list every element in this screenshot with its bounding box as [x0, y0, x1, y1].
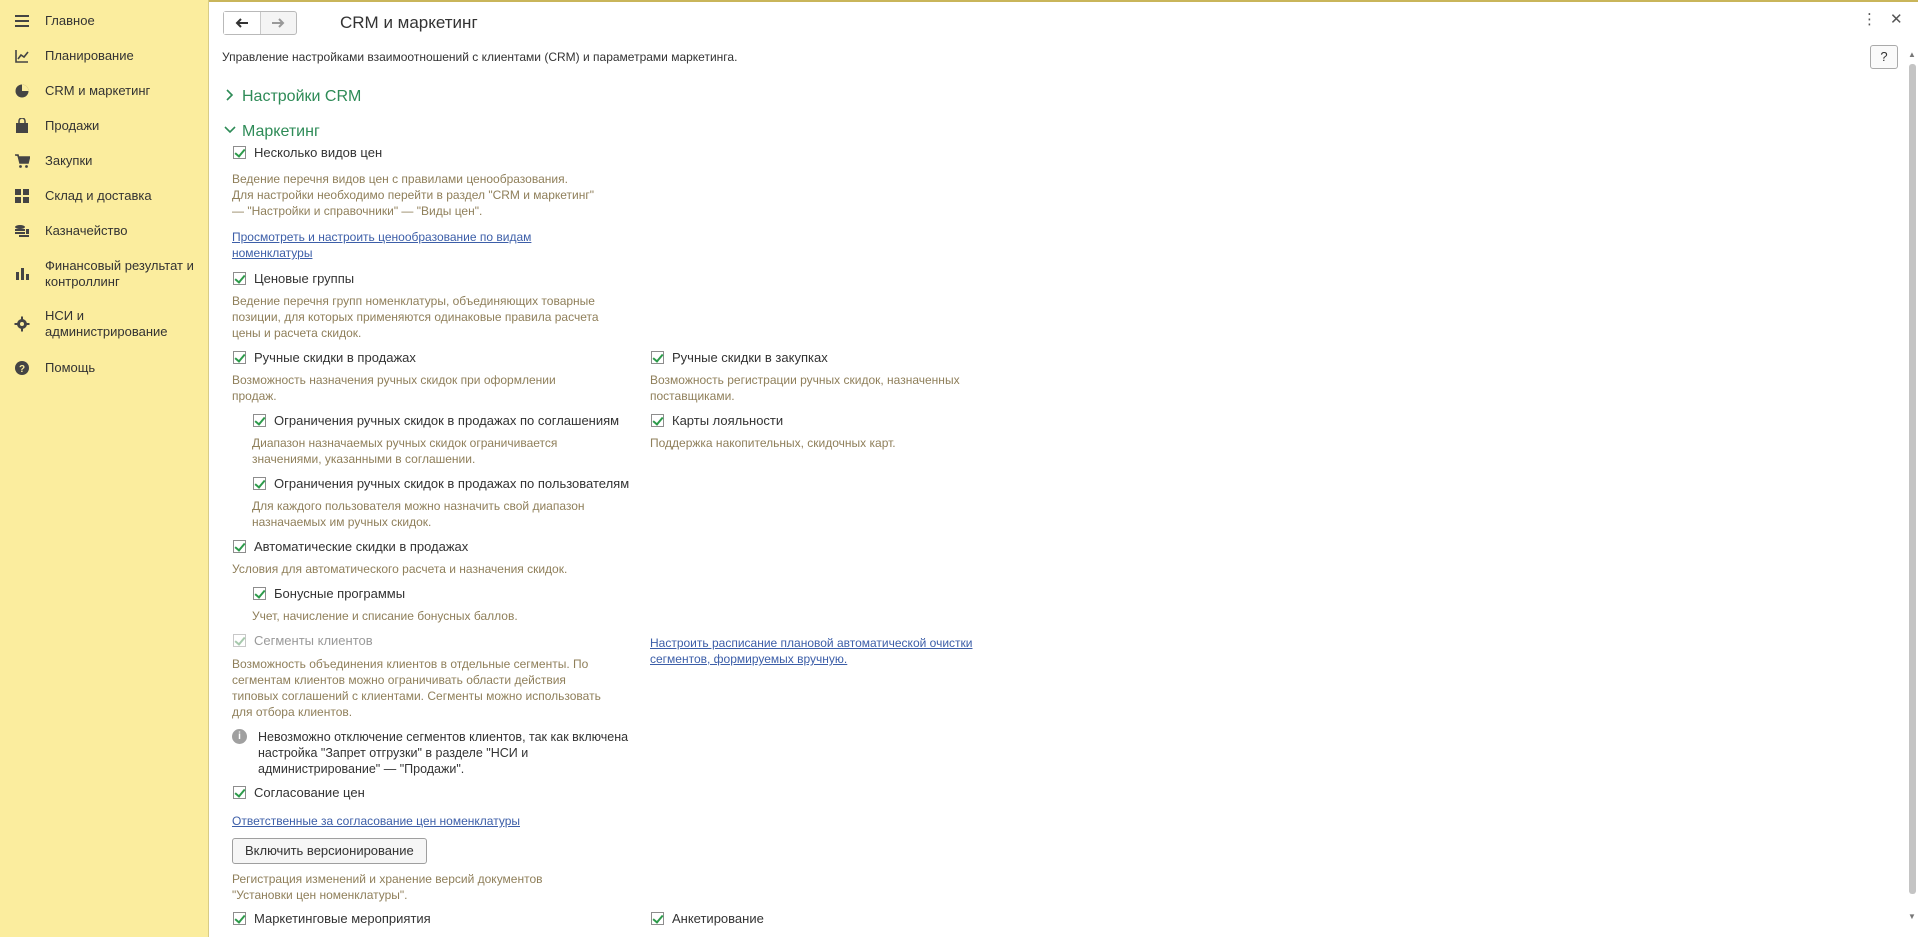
svg-text:?: ?: [19, 364, 25, 375]
section-title: Настройки CRM: [242, 88, 362, 105]
arrow-right-icon: [272, 18, 285, 28]
manual-discounts-purchases-note: Возможность регистрации ручных скидок, н…: [650, 373, 960, 403]
price-types-note: Ведение перечня видов цен с правилами це…: [232, 172, 594, 218]
marketing-events-checkbox[interactable]: [233, 912, 246, 925]
manual-discounts-purchases-checkbox[interactable]: [651, 351, 664, 364]
bonus-programs-note: Учет, начисление и списание бонусных бал…: [252, 609, 518, 623]
marketing-events-label: Маркетинговые мероприятия: [254, 911, 431, 926]
page-description: Управление настройками взаимоотношений с…: [222, 50, 738, 64]
limit-by-agreements-checkbox[interactable]: [253, 414, 266, 427]
price-types-link[interactable]: Просмотреть и настроить ценообразование …: [232, 229, 531, 261]
manual-discounts-purchases-label: Ручные скидки в закупках: [672, 350, 828, 365]
shopping-bag-icon: [16, 118, 28, 133]
limit-by-agreements-label: Ограничения ручных скидок в продажах по …: [274, 413, 620, 428]
info-icon: i: [232, 729, 247, 744]
manual-discounts-sales-note: Возможность назначения ручных скидок при…: [232, 373, 556, 403]
page-title: CRM и маркетинг: [340, 13, 478, 32]
scroll-down-icon[interactable]: ▼: [1908, 912, 1916, 921]
price-types-checkbox[interactable]: [233, 146, 246, 159]
client-segments-info: Невозможно отключение сегментов клиентов…: [258, 730, 629, 776]
gear-icon: [14, 316, 30, 332]
versioning-note: Регистрация изменений и хранение версий …: [232, 872, 543, 902]
limit-by-users-label: Ограничения ручных скидок в продажах по …: [274, 476, 630, 491]
sidebar-item-label: НСИ и администрирование: [45, 308, 168, 339]
coins-icon: [15, 225, 29, 237]
limit-by-users-checkbox[interactable]: [253, 477, 266, 490]
sidebar: Главное Планирование CRM и маркетинг Про…: [0, 0, 209, 937]
price-approval-label: Согласование цен: [254, 785, 365, 800]
sidebar-item-label: Казначейство: [45, 223, 128, 238]
price-groups-note: Ведение перечня групп номенклатуры, объе…: [232, 294, 599, 340]
bar-chart-icon: [16, 268, 29, 280]
manual-discounts-sales-label: Ручные скидки в продажах: [254, 350, 416, 365]
forward-button[interactable]: [261, 12, 297, 34]
surveys-label: Анкетирование: [672, 911, 764, 926]
bonus-programs-label: Бонусные программы: [274, 586, 406, 601]
history-nav: [223, 11, 297, 35]
main-panel: CRM и маркетинг ⋮ ✕ Управление настройка…: [210, 0, 1918, 937]
surveys-checkbox[interactable]: [651, 912, 664, 925]
enable-versioning-button[interactable]: Включить версионирование: [232, 838, 427, 864]
sidebar-item-label: CRM и маркетинг: [45, 83, 151, 98]
sidebar-item-label: Закупки: [45, 153, 93, 168]
sidebar-item-label: Главное: [45, 13, 95, 28]
chevron-right-icon: [226, 89, 234, 101]
sidebar-item-label: Склад и доставка: [45, 188, 152, 203]
help-icon: ?: [15, 361, 29, 375]
auto-discounts-note: Условия для автоматического расчета и на…: [232, 562, 568, 576]
sidebar-item-label: Финансовый результат и контроллинг: [45, 258, 194, 289]
auto-discounts-checkbox[interactable]: [233, 540, 246, 553]
planning-icon: [15, 50, 29, 63]
help-button[interactable]: ?: [1870, 45, 1898, 69]
manual-discounts-sales-checkbox[interactable]: [233, 351, 246, 364]
menu-icon: [15, 15, 29, 27]
sidebar-item-label: Продажи: [45, 118, 100, 133]
vertical-scrollbar[interactable]: ▲ ▼: [1908, 50, 1917, 921]
section-crm-settings[interactable]: Настройки CRM: [224, 88, 361, 106]
limit-by-agreements-note: Диапазон назначаемых ручных скидок огран…: [252, 436, 558, 466]
back-button[interactable]: [224, 12, 261, 34]
bonus-programs-checkbox[interactable]: [253, 587, 266, 600]
client-segments-checkbox[interactable]: [233, 634, 246, 647]
loyalty-cards-checkbox[interactable]: [651, 414, 664, 427]
loyalty-cards-label: Карты лояльности: [672, 413, 784, 428]
segments-schedule-link[interactable]: Настроить расписание плановой автоматиче…: [650, 635, 972, 667]
section-marketing[interactable]: Маркетинг: [224, 123, 320, 141]
price-groups-checkbox[interactable]: [233, 272, 246, 285]
pie-chart-icon: [15, 84, 29, 98]
scroll-up-icon[interactable]: ▲: [1908, 50, 1916, 59]
price-groups-label: Ценовые группы: [254, 271, 355, 286]
close-icon[interactable]: ✕: [1890, 10, 1903, 28]
limit-by-users-note: Для каждого пользователя можно назначить…: [252, 499, 585, 529]
scrollbar-thumb[interactable]: [1909, 64, 1916, 894]
loyalty-cards-note: Поддержка накопительных, скидочных карт.: [650, 436, 896, 450]
client-segments-label: Сегменты клиентов: [254, 633, 373, 648]
section-title: Маркетинг: [242, 123, 320, 140]
auto-discounts-label: Автоматические скидки в продажах: [254, 539, 469, 554]
price-types-label: Несколько видов цен: [254, 145, 383, 160]
grid-icon: [15, 189, 29, 203]
arrow-left-icon: [235, 18, 248, 28]
price-approval-checkbox[interactable]: [233, 786, 246, 799]
price-approval-link[interactable]: Ответственные за согласование цен номенк…: [232, 813, 520, 829]
chevron-down-icon: [224, 126, 236, 134]
shopping-cart-icon: [15, 154, 30, 168]
sidebar-item-label: Помощь: [45, 360, 96, 375]
client-segments-note: Возможность объединения клиентов в отдел…: [232, 657, 601, 719]
more-vertical-icon[interactable]: ⋮: [1862, 10, 1877, 28]
sidebar-item-label: Планирование: [45, 48, 134, 63]
